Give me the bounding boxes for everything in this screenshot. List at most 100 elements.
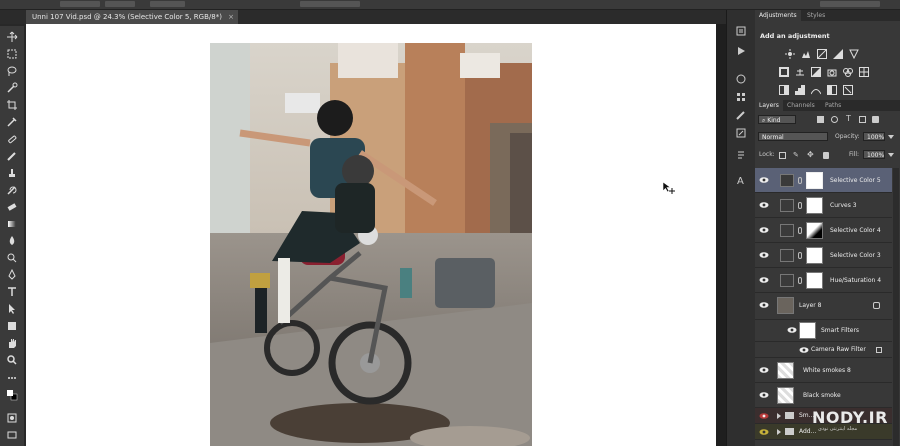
threshold-icon[interactable]: [810, 80, 822, 95]
visibility-eye-icon[interactable]: [787, 326, 797, 334]
filter-smart-icon[interactable]: [872, 116, 879, 123]
exposure-icon[interactable]: [833, 44, 843, 59]
option-control[interactable]: [300, 1, 360, 7]
fill-input[interactable]: 100%: [863, 150, 885, 159]
visibility-eye-icon[interactable]: [759, 366, 769, 374]
gradient-tool-icon[interactable]: [4, 217, 20, 231]
visibility-eye-icon[interactable]: [759, 176, 769, 184]
healing-brush-tool-icon[interactable]: [4, 132, 20, 146]
visibility-eye-icon[interactable]: [759, 391, 769, 399]
marquee-tool-icon[interactable]: [4, 47, 20, 61]
levels-icon[interactable]: [801, 44, 811, 58]
pen-tool-icon[interactable]: [4, 268, 20, 282]
expand-arrow-icon[interactable]: [777, 413, 781, 419]
workspace-switcher[interactable]: [820, 1, 880, 7]
opacity-input[interactable]: 100%: [863, 132, 885, 141]
color-lookup-icon[interactable]: [859, 62, 869, 77]
visibility-eye-icon[interactable]: [799, 346, 809, 354]
dodge-tool-icon[interactable]: [4, 251, 20, 265]
tab-styles[interactable]: Styles: [803, 10, 829, 21]
crop-tool-icon[interactable]: [4, 98, 20, 112]
black-white-icon[interactable]: [811, 62, 821, 77]
gradient-map-icon[interactable]: [827, 80, 837, 95]
invert-icon[interactable]: [779, 80, 789, 95]
blend-mode-select[interactable]: Normal: [758, 132, 828, 141]
quick-mask-icon[interactable]: [4, 411, 20, 425]
opacity-dropdown-icon[interactable]: [888, 135, 894, 139]
option-control[interactable]: [105, 1, 135, 7]
blur-tool-icon[interactable]: [4, 234, 20, 248]
lock-image-icon[interactable]: ✎: [793, 151, 799, 159]
filter-adjustment-icon[interactable]: [831, 116, 838, 123]
layer-mask-thumbnail[interactable]: [806, 172, 823, 189]
tab-channels[interactable]: Channels: [783, 100, 819, 111]
tab-layers[interactable]: Layers: [755, 100, 783, 111]
layer-mask-thumbnail[interactable]: [806, 247, 823, 264]
option-control[interactable]: [60, 1, 100, 7]
posterize-icon[interactable]: [795, 80, 805, 95]
layer-mask-thumbnail[interactable]: [806, 222, 823, 239]
color-swatches-icon[interactable]: [4, 388, 20, 402]
visibility-eye-icon[interactable]: [759, 251, 769, 259]
zoom-tool-icon[interactable]: [4, 353, 20, 367]
layer-row[interactable]: White smokes 8: [755, 358, 892, 383]
photo-filter-icon[interactable]: [827, 62, 837, 77]
swatches-icon[interactable]: [733, 90, 749, 104]
layer-row[interactable]: Black smoke: [755, 383, 892, 408]
layer-thumbnail[interactable]: [777, 362, 794, 379]
shape-tool-icon[interactable]: [4, 319, 20, 333]
hand-tool-icon[interactable]: [4, 336, 20, 350]
layer-row[interactable]: Selective Color 3: [755, 243, 892, 268]
hue-saturation-icon[interactable]: [779, 62, 789, 77]
vibrance-icon[interactable]: [849, 44, 859, 60]
paragraph-icon[interactable]: [733, 148, 749, 162]
canvas-scrollbar[interactable]: [716, 24, 726, 446]
document-tab[interactable]: Unni 107 Vid.psd @ 24.3% (Selective Colo…: [26, 10, 238, 24]
layer-row[interactable]: Camera Raw Filter: [755, 342, 892, 358]
eraser-tool-icon[interactable]: [4, 200, 20, 214]
brightness-icon[interactable]: [785, 44, 795, 59]
visibility-eye-icon[interactable]: [759, 201, 769, 209]
layer-thumbnail[interactable]: [777, 297, 794, 314]
color-icon[interactable]: [733, 72, 749, 86]
clone-stamp-tool-icon[interactable]: [4, 166, 20, 180]
path-selection-tool-icon[interactable]: [4, 302, 20, 316]
lock-position-icon[interactable]: ✥: [807, 150, 814, 159]
selective-color-icon[interactable]: [843, 80, 853, 95]
curves-icon[interactable]: [817, 44, 827, 59]
layer-row[interactable]: Smart Filters: [755, 320, 892, 342]
close-icon[interactable]: ×: [228, 10, 234, 24]
filter-pixel-icon[interactable]: [817, 116, 824, 123]
extras-icon[interactable]: [4, 371, 20, 385]
layer-row[interactable]: Curves 3: [755, 193, 892, 218]
quick-select-tool-icon[interactable]: [4, 81, 20, 95]
layer-mask-thumbnail[interactable]: [806, 272, 823, 289]
visibility-eye-icon[interactable]: [759, 276, 769, 284]
filter-kind-select[interactable]: ⌕ Kind: [758, 115, 796, 124]
lock-all-icon[interactable]: [823, 152, 829, 159]
layer-row[interactable]: Layer 8: [755, 293, 892, 320]
history-icon[interactable]: [733, 24, 749, 38]
channel-mixer-icon[interactable]: [843, 62, 853, 77]
visibility-eye-icon[interactable]: [759, 301, 769, 309]
filter-options-icon[interactable]: [876, 347, 882, 353]
visibility-eye-icon[interactable]: [759, 412, 769, 420]
brush-preset-icon[interactable]: [733, 108, 749, 122]
layer-mask-thumbnail[interactable]: [806, 197, 823, 214]
actions-play-icon[interactable]: [733, 44, 749, 58]
expand-arrow-icon[interactable]: [777, 429, 781, 435]
filter-type-icon[interactable]: T: [846, 114, 851, 123]
layer-row[interactable]: Hue/Saturation 4: [755, 268, 892, 293]
color-balance-icon[interactable]: [795, 62, 805, 76]
option-control[interactable]: [150, 1, 185, 7]
filter-shape-icon[interactable]: [859, 116, 866, 123]
layer-row[interactable]: Selective Color 5: [755, 168, 892, 193]
lasso-tool-icon[interactable]: [4, 64, 20, 78]
screen-mode-icon[interactable]: [4, 428, 20, 442]
fill-dropdown-icon[interactable]: [888, 153, 894, 157]
layer-thumbnail[interactable]: [777, 387, 794, 404]
brush-settings-icon[interactable]: [733, 126, 749, 140]
layer-row[interactable]: Selective Color 4: [755, 218, 892, 243]
visibility-eye-icon[interactable]: [759, 428, 769, 436]
tab-adjustments[interactable]: Adjustments: [755, 10, 801, 21]
